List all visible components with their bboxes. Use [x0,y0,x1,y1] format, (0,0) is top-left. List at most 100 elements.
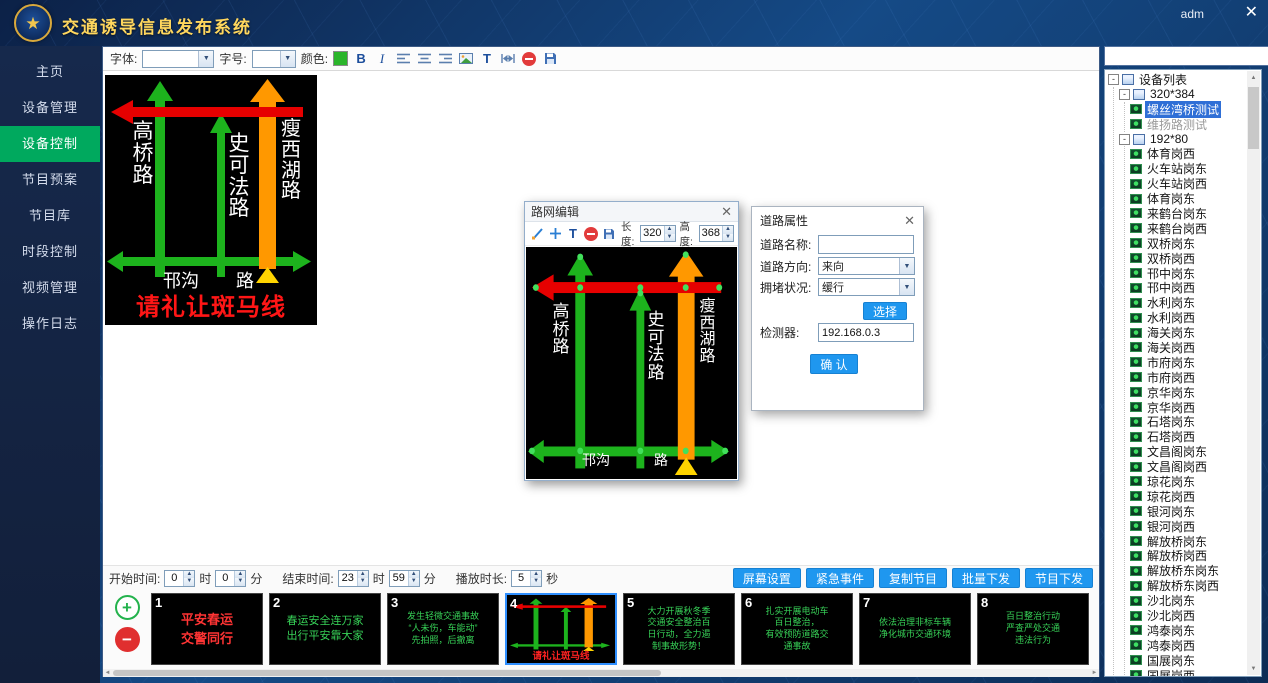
device-tree-item[interactable]: 体育岗西 [1130,146,1245,161]
end-minute-stepper[interactable]: 59▲▼ [389,570,420,587]
resize-icon[interactable] [500,50,516,68]
device-tree-item[interactable]: 石塔岗东 [1130,414,1245,429]
device-tree-item[interactable]: 体育岗东 [1130,191,1245,206]
text-tool-button[interactable]: T [479,50,495,68]
tree-group-label[interactable]: 320*384 [1148,87,1197,101]
device-tree-item[interactable]: 邗中岗东 [1130,266,1245,281]
close-icon[interactable]: ✕ [721,205,732,218]
italic-button[interactable]: I [374,50,390,68]
select-button[interactable]: 选择 [863,302,907,320]
device-tree-item[interactable]: 国展岗东 [1130,653,1245,668]
step-up-icon[interactable]: ▲ [409,571,419,579]
end-hour-stepper[interactable]: 23▲▼ [338,570,369,587]
device-tree-item[interactable]: 火车站岗东 [1130,161,1245,176]
road-name-input[interactable] [818,235,914,254]
scroll-down-icon[interactable]: ▼ [1247,662,1260,675]
action-button[interactable]: 批量下发 [952,568,1020,588]
device-name[interactable]: 维扬路测试 [1145,116,1209,133]
action-button[interactable]: 节目下发 [1025,568,1093,588]
step-down-icon[interactable]: ▼ [235,578,245,586]
device-tree-item[interactable]: 市府岗西 [1130,370,1245,385]
device-tree-item[interactable]: 琼花岗东 [1130,474,1245,489]
confirm-button[interactable]: 确 认 [810,354,858,374]
road-network-canvas[interactable]: 高桥路 史可法路 瘦西湖路 邗沟 路 [526,247,737,479]
step-down-icon[interactable]: ▼ [531,578,541,586]
playlist-item[interactable]: 2 春运安全连万家出行平安靠大家 [269,593,381,665]
add-item-button[interactable]: + [115,595,140,620]
congestion-select[interactable]: 缓行▼ [818,278,915,296]
sidebar-item[interactable]: 视频管理 [0,270,100,306]
length-stepper[interactable]: 320▲▼ [640,225,675,242]
device-tree-item[interactable]: 海关岗西 [1130,340,1245,355]
action-button[interactable]: 屏幕设置 [733,568,801,588]
delete-button[interactable] [521,50,537,68]
font-size-select[interactable]: ▼ [252,50,296,68]
device-tree-item[interactable]: 沙北岗西 [1130,608,1245,623]
device-tree-item[interactable]: 琼花岗西 [1130,489,1245,504]
step-up-icon[interactable]: ▲ [358,571,368,579]
device-tree-item[interactable]: 文昌阁岗东 [1130,444,1245,459]
step-down-icon[interactable]: ▼ [723,234,733,242]
playlist-item[interactable]: 6 扎实开展电动车百日整治，有效预防道路交通事故 [741,593,853,665]
step-down-icon[interactable]: ▼ [665,234,675,242]
playlist-item[interactable]: 3 发生轻微交通事故“人未伤，车能动”先拍照，后撤离 [387,593,499,665]
delete-tool-icon[interactable] [583,225,599,243]
device-tree-item[interactable]: 海关岗东 [1130,325,1245,340]
line-tool-icon[interactable] [529,225,545,243]
device-tree-item[interactable]: 来鹤台岗东 [1130,206,1245,221]
close-icon[interactable]: ✕ [904,214,915,227]
start-hour-stepper[interactable]: 0▲▼ [164,570,195,587]
device-search-input[interactable] [1104,46,1268,66]
sidebar-item[interactable]: 主页 [0,54,100,90]
collapse-icon[interactable]: - [1119,89,1130,100]
playlist-item[interactable]: 7 依法治理非标车辆净化城市交通环境 [859,593,971,665]
device-tree-item[interactable]: 文昌阁岗西 [1130,459,1245,474]
step-up-icon[interactable]: ▲ [665,226,675,234]
device-tree-item[interactable]: 鸿泰岗东 [1130,623,1245,638]
start-minute-stepper[interactable]: 0▲▼ [215,570,246,587]
playlist-item[interactable]: 8 百日整治行动严查严处交通违法行为 [977,593,1089,665]
sidebar-item[interactable]: 节目库 [0,198,100,234]
remove-item-button[interactable]: − [115,627,140,652]
save-icon[interactable] [601,225,617,243]
align-center-icon[interactable] [416,50,432,68]
duration-stepper[interactable]: 5▲▼ [511,570,542,587]
device-tree-item[interactable]: 鸿泰岗西 [1130,638,1245,653]
scrollbar-thumb[interactable] [113,670,661,676]
collapse-icon[interactable]: - [1119,134,1130,145]
device-tree-item[interactable]: 解放桥东岗西 [1130,578,1245,593]
edit-canvas-area[interactable]: 高桥路 史可法路 瘦西湖路 邗沟 路 请礼让斑马线 路网编辑 ✕ [103,71,1099,565]
device-tree-item[interactable]: 火车站岗西 [1130,176,1245,191]
sidebar-item[interactable]: 设备控制 [0,126,100,162]
device-tree-item[interactable]: 沙北岗东 [1130,593,1245,608]
device-tree-item[interactable]: 银河岗西 [1130,519,1245,534]
playlist-item-selected[interactable]: 4 请礼让斑马线 [505,593,617,665]
align-right-icon[interactable] [437,50,453,68]
device-tree-item[interactable]: 市府岗东 [1130,355,1245,370]
horizontal-scrollbar[interactable]: ◄ ► [103,669,1099,677]
device-tree-item[interactable]: 来鹤台岗西 [1130,221,1245,236]
playlist-item[interactable]: 5 大力开展秋冬季交通安全整治百日行动，全力遏制事故形势！ [623,593,735,665]
step-up-icon[interactable]: ▲ [723,226,733,234]
sidebar-item[interactable]: 时段控制 [0,234,100,270]
save-icon[interactable] [542,50,558,68]
step-down-icon[interactable]: ▼ [409,578,419,586]
device-tree-item[interactable]: 维扬路测试 [1130,117,1245,132]
device-tree-item[interactable]: 解放桥东岗东 [1130,563,1245,578]
align-left-icon[interactable] [395,50,411,68]
step-down-icon[interactable]: ▼ [358,578,368,586]
device-tree-item[interactable]: 水利岗西 [1130,310,1245,325]
window-close-icon[interactable]: ✕ [1245,5,1258,21]
action-button[interactable]: 紧急事件 [806,568,874,588]
tree-root-label[interactable]: 设备列表 [1137,71,1189,88]
road-direction-select[interactable]: 来向▼ [818,257,915,275]
device-tree-item[interactable]: 京华岗西 [1130,400,1245,415]
device-tree-item[interactable]: 解放桥岗东 [1130,534,1245,549]
device-name[interactable]: 国展岗西 [1145,667,1197,677]
sidebar-item[interactable]: 操作日志 [0,306,100,342]
device-tree-item[interactable]: 双桥岗西 [1130,251,1245,266]
sign-preview[interactable]: 高桥路 史可法路 瘦西湖路 邗沟 路 请礼让斑马线 [105,75,317,325]
move-tool-icon[interactable] [547,225,563,243]
device-tree-item[interactable]: 银河岗东 [1130,504,1245,519]
device-tree-item[interactable]: 双桥岗东 [1130,236,1245,251]
